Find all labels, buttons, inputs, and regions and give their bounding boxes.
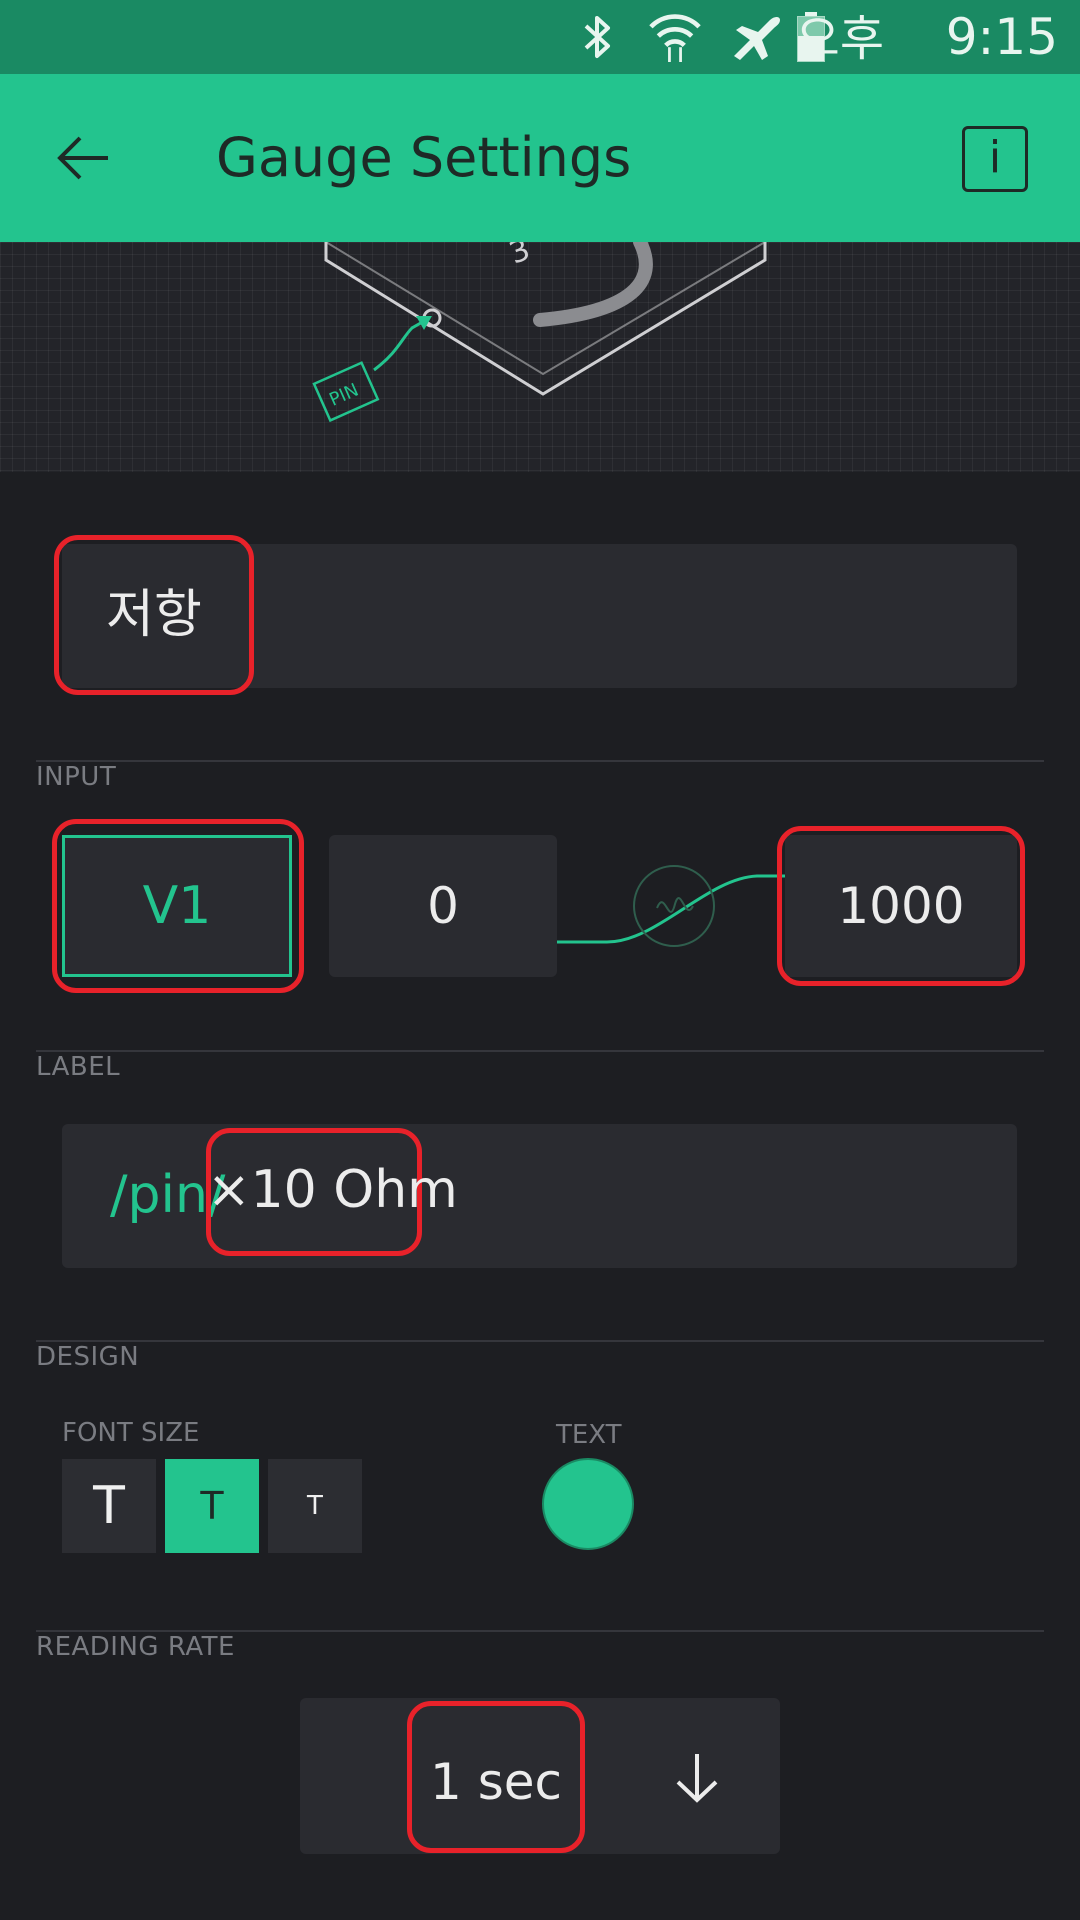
app-bar: Gauge Settings i: [0, 74, 1080, 242]
pin-tag: PIN: [326, 380, 362, 411]
pin-highlight: [52, 819, 304, 993]
widget-name-value: 저항: [106, 585, 202, 645]
bluetooth-icon: [584, 16, 610, 58]
font-size-small[interactable]: T: [268, 1459, 362, 1553]
design-section-label: DESIGN: [36, 1342, 140, 1372]
dial-digit: 3: [505, 242, 535, 272]
label-section-label: LABEL: [36, 1052, 121, 1082]
label-suffix: ×10 Ohm: [207, 1160, 458, 1220]
status-bar: 오후 9:15: [0, 0, 1080, 74]
gauge-device-illustration: 3 PIN: [312, 242, 767, 423]
arrow-left-icon: [57, 136, 108, 180]
font-size-medium-label: T: [200, 1484, 224, 1528]
label-suffix-highlight: ×10 Ohm: [206, 1128, 458, 1256]
page-title: Gauge Settings: [216, 126, 632, 189]
reading-rate-value: 1 sec: [429, 1753, 562, 1811]
input-section-label: INPUT: [36, 762, 117, 792]
min-value: 0: [427, 877, 459, 935]
text-color-swatch[interactable]: [542, 1458, 634, 1550]
min-input[interactable]: 0: [329, 835, 557, 977]
font-size-large-label: T: [93, 1476, 125, 1536]
airplane-icon: [734, 17, 780, 60]
arrow-down-icon: [676, 1754, 718, 1803]
divider-design: [36, 1340, 1044, 1342]
max-value: 1000: [837, 877, 965, 935]
status-ampm: 오후: [795, 11, 884, 67]
reading-rate-section-label: READING RATE: [36, 1632, 235, 1662]
font-size-small-label: T: [307, 1491, 323, 1521]
widget-illustration: 3 PIN: [0, 242, 1080, 472]
font-size-medium[interactable]: T: [165, 1459, 259, 1553]
info-button[interactable]: i: [962, 126, 1028, 192]
reading-rate-highlight: 1 sec: [407, 1701, 585, 1853]
text-color-label: TEXT: [556, 1420, 622, 1450]
status-time: 9:15: [945, 8, 1058, 66]
wifi-icon: [649, 14, 701, 62]
divider-label: [36, 1050, 1044, 1052]
max-highlight: 1000: [777, 826, 1025, 986]
widget-name-highlight: 저항: [54, 535, 254, 695]
font-size-label: FONT SIZE: [62, 1418, 200, 1448]
back-button[interactable]: [40, 114, 128, 202]
font-size-large[interactable]: T: [62, 1459, 156, 1553]
divider-input: [36, 760, 1044, 762]
